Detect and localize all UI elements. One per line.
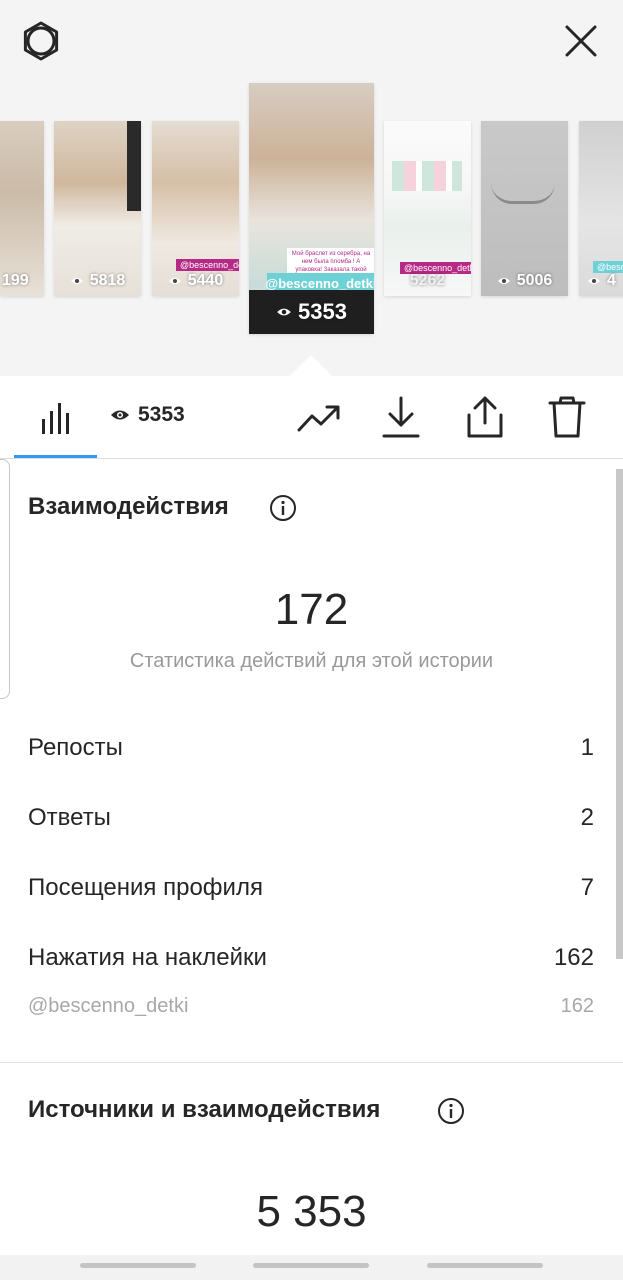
views-count: 4: [607, 272, 616, 289]
views-count: 5818: [89, 272, 126, 289]
story-thumbnail[interactable]: 5006: [481, 121, 568, 296]
nav-pill[interactable]: [80, 1263, 196, 1268]
views-count: 5440: [187, 272, 224, 289]
eye-icon: [588, 278, 600, 284]
photo-grid: [392, 161, 462, 191]
stat-value: 2: [580, 804, 594, 831]
trend-button[interactable]: [296, 398, 342, 438]
close-icon: [565, 25, 597, 57]
views-count: 5353: [298, 299, 347, 324]
story-thumbnail[interactable]: 5818: [54, 121, 141, 296]
info-icon[interactable]: [437, 1097, 465, 1125]
stat-label: Посещения профиля: [28, 874, 263, 901]
eye-icon: [277, 308, 291, 316]
nav-pill[interactable]: [427, 1263, 543, 1268]
settings-button[interactable]: [18, 18, 64, 64]
toolbar-views: 5353: [110, 403, 185, 427]
sticker-label: @bescenno_detki: [28, 995, 189, 1017]
trash-icon: [548, 396, 586, 438]
stat-row: Нажатия на наклейки 162: [28, 944, 594, 972]
stat-row: Ответы 2: [28, 804, 594, 832]
eye-icon: [497, 278, 510, 284]
story-thumbnail[interactable]: @bescenno_detki 5440: [152, 121, 239, 296]
stat-value: 162: [553, 944, 594, 971]
download-button[interactable]: [380, 394, 422, 440]
story-strip-area: 199 5818 @bescenno_detki 5440 Мой брасле…: [0, 0, 623, 376]
views-count: 5262: [409, 272, 446, 289]
stat-label: Нажатия на наклейки: [28, 944, 267, 971]
settings-gear-icon: [23, 21, 59, 61]
stat-value: 1: [580, 734, 594, 761]
interactions-subtitle: Статистика действий для этой истории: [129, 650, 494, 672]
stat-label: Репосты: [28, 734, 123, 761]
story-thumbnail[interactable]: @bescenno_detki 5262: [384, 121, 471, 296]
insights-panel: Взаимодействия 172 Статистика действий д…: [0, 459, 623, 1280]
share-icon: [467, 396, 503, 438]
stat-value: 7: [580, 874, 594, 901]
photo-detail: [127, 121, 141, 211]
download-icon: [382, 396, 420, 438]
delete-button[interactable]: [546, 394, 588, 440]
insights-tab[interactable]: [36, 398, 76, 438]
stat-row: Посещения профиля 7: [28, 874, 594, 902]
nav-pill[interactable]: [253, 1263, 369, 1268]
views-count: 5353: [138, 403, 185, 426]
selected-pointer: [290, 355, 332, 376]
system-nav-bar: [0, 1255, 623, 1280]
story-thumbnail[interactable]: @bescenno 4: [579, 121, 623, 296]
views-count: 199: [2, 272, 29, 289]
sticker-value: 162: [560, 995, 594, 1017]
info-icon[interactable]: [269, 494, 297, 522]
discovery-title: Источники и взаимодействия: [28, 1096, 381, 1123]
share-button[interactable]: [464, 394, 506, 440]
views-count: 5006: [516, 272, 553, 289]
interactions-title: Взаимодействия: [28, 493, 229, 520]
eye-icon: [70, 278, 83, 284]
story-thumbnail[interactable]: 199: [0, 121, 44, 296]
section-divider: [0, 1062, 623, 1063]
scrollbar[interactable]: [616, 469, 623, 959]
sticker-subrow: @bescenno_detki 162: [28, 995, 594, 1018]
insights-toolbar: 5353: [0, 376, 623, 458]
close-button[interactable]: [560, 20, 602, 62]
story-thumbnail-selected[interactable]: Мой браслет из серебра, на нем была плом…: [249, 83, 374, 334]
stat-row: Репосты 1: [28, 734, 594, 762]
eye-icon: [168, 278, 181, 284]
discovery-total: 5 353: [256, 1187, 367, 1236]
eye-icon: [111, 410, 129, 420]
bar-chart-icon: [42, 403, 69, 434]
mention-sticker: @bescenno_detki: [176, 259, 239, 271]
trend-icon: [297, 405, 340, 432]
story-thumbnails: 199 5818 @bescenno_detki 5440 Мой брасле…: [0, 0, 623, 376]
stat-label: Ответы: [28, 804, 111, 831]
interactions-total: 172: [274, 585, 349, 634]
